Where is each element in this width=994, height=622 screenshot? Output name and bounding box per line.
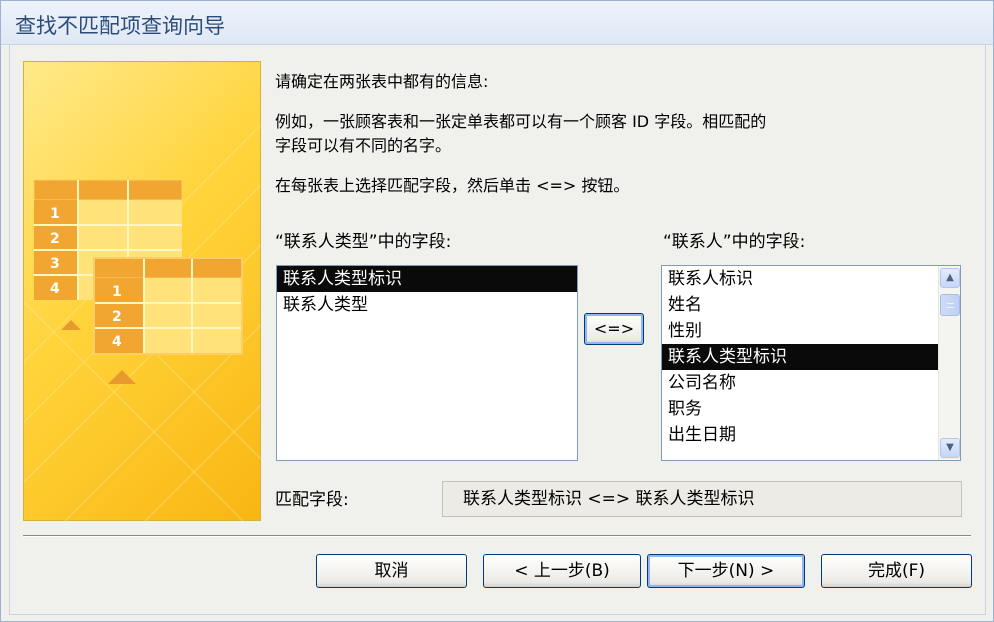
next-button[interactable]: 下一步(N) > xyxy=(647,554,805,588)
front-table: 1 2 4 xyxy=(93,257,243,384)
wizard-window: 查找不匹配项查询向导 1 2 3 4 1 2 4 请确定在两张表中都有的信息: … xyxy=(0,0,994,622)
scroll-down-icon[interactable]: ▼ xyxy=(940,438,960,458)
instruction-example: 例如，一张顾客表和一张定单表都可以有一个顾客 ID 字段。相匹配的 xyxy=(275,112,767,131)
scroll-thumb[interactable] xyxy=(940,294,960,316)
window-title: 查找不匹配项查询向导 xyxy=(15,14,225,38)
table-illustration-icon: 1 2 3 4 1 2 4 xyxy=(24,123,262,522)
right-list-label: “联系人”中的字段: xyxy=(663,232,806,252)
art-number: 4 xyxy=(112,334,122,350)
art-number: 4 xyxy=(50,281,60,297)
cancel-button[interactable]: 取消 xyxy=(316,554,467,588)
match-fields-button[interactable]: <=> xyxy=(584,313,644,345)
matched-fields-value: 联系人类型标识 <=> 联系人类型标识 xyxy=(442,481,962,517)
left-list-label: “联系人类型”中的字段: xyxy=(275,232,452,252)
list-item[interactable]: 联系人标识 xyxy=(662,266,938,292)
finish-button[interactable]: 完成(F) xyxy=(821,554,972,588)
right-fields-listbox[interactable]: 联系人标识 姓名 性别 联系人类型标识 公司名称 职务 出生日期 ▲ ▼ xyxy=(661,265,961,461)
list-item[interactable]: 姓名 xyxy=(662,292,938,318)
list-item[interactable]: 性别 xyxy=(662,318,938,344)
art-number: 1 xyxy=(50,206,60,222)
matched-fields-label: 匹配字段: xyxy=(275,490,349,510)
list-item[interactable]: 联系人类型标识 xyxy=(277,266,577,292)
title-bar: 查找不匹配项查询向导 xyxy=(1,1,993,45)
wizard-artwork: 1 2 3 4 1 2 4 xyxy=(23,61,262,522)
list-item[interactable]: 联系人类型标识 xyxy=(662,344,938,370)
art-number: 1 xyxy=(112,284,122,300)
art-number: 3 xyxy=(50,256,60,272)
scroll-up-icon[interactable]: ▲ xyxy=(940,268,960,288)
list-item[interactable]: 职务 xyxy=(662,396,938,422)
back-button[interactable]: < 上一步(B) xyxy=(483,554,641,588)
separator xyxy=(23,535,971,537)
list-item[interactable]: 公司名称 xyxy=(662,370,938,396)
left-fields-listbox[interactable]: 联系人类型标识 联系人类型 xyxy=(276,265,578,461)
art-number: 2 xyxy=(112,309,122,325)
right-list-scrollbar[interactable]: ▲ ▼ xyxy=(938,266,960,460)
list-item[interactable]: 联系人类型 xyxy=(277,292,577,318)
instruction-heading: 请确定在两张表中都有的信息: xyxy=(275,72,489,91)
list-item[interactable]: 出生日期 xyxy=(662,422,938,448)
art-number: 2 xyxy=(50,231,60,247)
instruction-action: 在每张表上选择匹配字段，然后单击 <=> 按钮。 xyxy=(275,176,630,195)
instruction-example-cont: 字段可以有不同的名字。 xyxy=(275,136,452,155)
